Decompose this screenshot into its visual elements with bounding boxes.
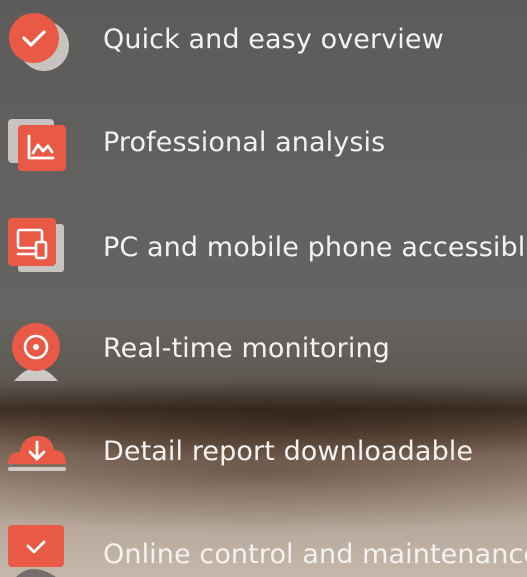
- feature-label: Online control and maintenance: [103, 539, 527, 570]
- feature-item-report: Detail report downloadable: [0, 412, 527, 492]
- feature-item-control: Online control and maintenance: [0, 515, 527, 577]
- feature-label: Quick and easy overview: [103, 24, 444, 55]
- feature-label: Professional analysis: [103, 127, 386, 158]
- control-check-icon: [6, 515, 70, 577]
- feature-label: Detail report downloadable: [103, 436, 474, 467]
- feature-item-monitoring: Real-time monitoring: [0, 309, 527, 389]
- feature-label: PC and mobile phone accessible: [103, 232, 527, 263]
- cloud-download-icon: [6, 412, 70, 492]
- feature-item-accessible: PC and mobile phone accessible: [0, 206, 527, 286]
- check-circle-icon: [6, 0, 70, 80]
- feature-item-analysis: Professional analysis: [0, 103, 527, 183]
- monitoring-camera-icon: [6, 309, 70, 389]
- feature-item-overview: Quick and easy overview: [0, 0, 527, 80]
- pc-mobile-icon: [6, 206, 70, 286]
- chart-analysis-icon: [6, 103, 70, 183]
- feature-label: Real-time monitoring: [103, 333, 390, 364]
